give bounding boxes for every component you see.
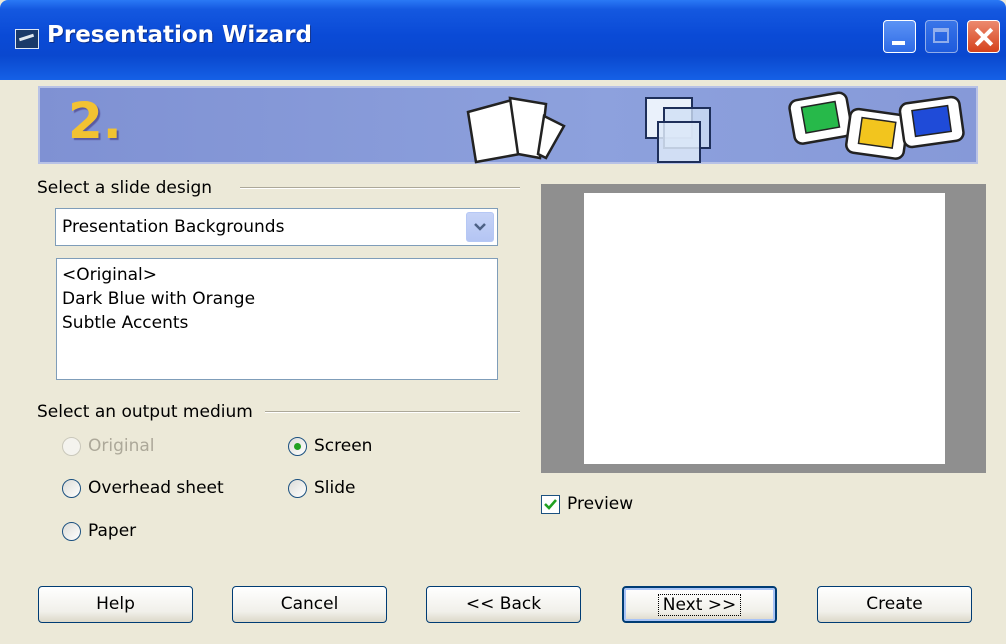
overlap-icon: [645, 97, 711, 163]
output-group-label: Select an output medium: [37, 402, 253, 422]
preview-checkbox[interactable]: Preview: [541, 494, 633, 514]
radio-button[interactable]: [62, 436, 81, 456]
checkbox[interactable]: [541, 494, 560, 514]
radio-label: Paper: [88, 521, 137, 541]
pages-icon: [466, 96, 566, 164]
create-button[interactable]: Create: [817, 586, 972, 623]
radio-label: Original: [88, 436, 155, 456]
output-group-separator: [265, 411, 520, 413]
list-item[interactable]: <Original>: [62, 263, 492, 287]
radio-paper[interactable]: Paper: [62, 521, 136, 541]
preview-slide: [584, 193, 945, 464]
next-button-label: Next >>: [657, 594, 742, 616]
radio-label: Slide: [314, 478, 356, 498]
radio-slide[interactable]: Slide: [288, 478, 356, 498]
checkmark-icon: [544, 498, 557, 510]
radio-button[interactable]: [288, 478, 307, 498]
wizard-banner: 2.: [38, 86, 978, 164]
radio-screen[interactable]: Screen: [288, 436, 372, 456]
chevron-down-icon: [474, 223, 486, 231]
radio-overhead-sheet[interactable]: Overhead sheet: [62, 478, 224, 498]
preview-pane: [541, 184, 986, 473]
maximize-button[interactable]: [925, 20, 958, 53]
next-button[interactable]: Next >>: [622, 586, 777, 623]
create-button-label: Create: [866, 594, 923, 614]
window-title: Presentation Wizard: [47, 22, 313, 48]
radio-label: Screen: [314, 436, 373, 456]
checkbox-label: Preview: [567, 494, 634, 514]
cancel-button[interactable]: Cancel: [232, 586, 387, 623]
radio-button[interactable]: [62, 521, 81, 541]
radio-button[interactable]: [62, 478, 81, 498]
help-button[interactable]: Help: [38, 586, 193, 623]
dropdown-value: Presentation Backgrounds: [62, 217, 285, 237]
colored-slides-icon: [788, 91, 965, 160]
radio-original[interactable]: Original: [62, 436, 155, 456]
title-bar[interactable]: Presentation Wizard: [0, 0, 1006, 80]
list-item[interactable]: Subtle Accents: [62, 311, 492, 335]
radio-button[interactable]: [288, 436, 307, 456]
back-button[interactable]: << Back: [426, 586, 581, 623]
design-category-dropdown[interactable]: Presentation Backgrounds: [55, 208, 498, 246]
cancel-button-label: Cancel: [280, 594, 339, 614]
app-icon: [15, 29, 39, 49]
minimize-button[interactable]: [883, 20, 916, 53]
close-button[interactable]: [967, 20, 1000, 53]
design-group-label: Select a slide design: [37, 178, 213, 198]
help-button-label: Help: [96, 594, 135, 614]
radio-label: Overhead sheet: [88, 478, 224, 498]
list-item[interactable]: Dark Blue with Orange: [62, 287, 492, 311]
design-listbox[interactable]: <Original> Dark Blue with Orange Subtle …: [56, 258, 498, 380]
design-group-separator: [240, 187, 520, 189]
back-button-label: << Back: [465, 594, 542, 614]
dropdown-arrow-button[interactable]: [466, 212, 494, 242]
step-number: 2.: [68, 92, 122, 150]
